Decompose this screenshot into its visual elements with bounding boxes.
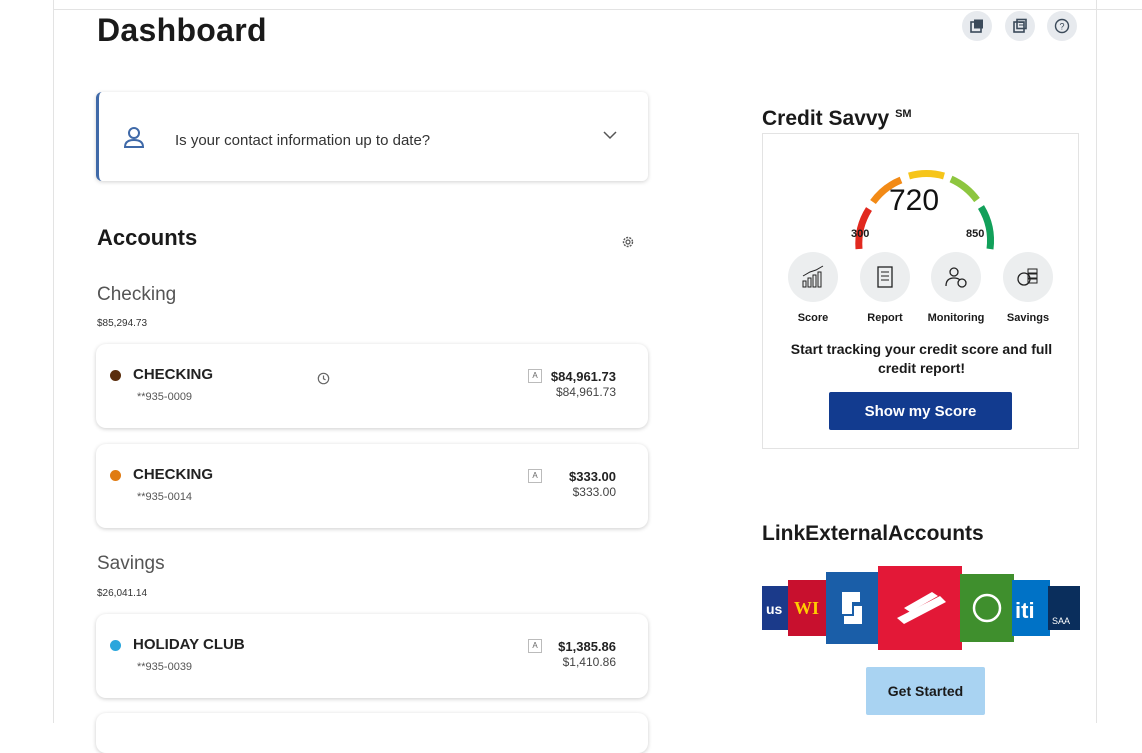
right-divider	[1096, 0, 1097, 723]
help-button[interactable]: ?	[1047, 11, 1077, 41]
feature-savings[interactable]: Savings	[993, 252, 1063, 324]
feature-monitoring[interactable]: Monitoring	[921, 252, 991, 324]
feature-score[interactable]: Score	[778, 252, 848, 324]
account-balance: $1,385.86	[558, 639, 616, 654]
gauge-min: 300	[851, 228, 870, 240]
left-divider	[53, 0, 54, 723]
account-card-partial[interactable]	[96, 713, 648, 753]
bar-chart-icon	[802, 265, 824, 288]
account-balance: $333.00	[569, 469, 616, 484]
account-number: **935-0014	[137, 491, 193, 503]
help-icon: ?	[1054, 18, 1070, 34]
feature-label: Report	[867, 312, 903, 324]
svg-text:us: us	[766, 601, 783, 617]
top-divider	[53, 9, 1142, 10]
account-name: CHECKING	[133, 366, 214, 383]
credit-savvy-panel: 720 300 850 Score Report Monitoring Savi…	[762, 133, 1079, 449]
show-score-button[interactable]: Show my Score	[829, 392, 1012, 430]
svg-text:?: ?	[1059, 22, 1064, 32]
account-color-dot	[110, 470, 121, 481]
print-icon	[1013, 18, 1027, 33]
svg-text:WI: WI	[794, 598, 819, 618]
report-icon	[877, 266, 893, 288]
person-icon	[123, 127, 145, 148]
account-badge: A	[528, 469, 542, 483]
account-card-checking-0009[interactable]: CHECKING **935-0009 A $84,961.73 $84,961…	[96, 344, 648, 428]
monitoring-icon	[945, 267, 967, 288]
account-available: $1,410.86	[562, 655, 616, 669]
account-badge: A	[528, 369, 542, 383]
savings-icon	[1017, 268, 1038, 286]
credit-score: 720	[889, 184, 940, 217]
contact-info-card[interactable]: Is your contact information up to date?	[96, 92, 648, 181]
credit-savvy-title: Credit Savvy SM	[762, 107, 912, 130]
gauge-max: 850	[966, 228, 985, 240]
gear-icon[interactable]	[621, 235, 635, 249]
contact-prompt: Is your contact information up to date?	[175, 132, 431, 149]
account-card-holiday-club[interactable]: HOLIDAY CLUB **935-0039 A $1,385.86 $1,4…	[96, 614, 648, 698]
get-started-button[interactable]: Get Started	[866, 667, 985, 715]
group-label-savings: Savings	[97, 553, 165, 574]
share-icon	[970, 19, 983, 33]
feature-label: Monitoring	[927, 312, 985, 324]
account-balance: $84,961.73	[550, 369, 616, 384]
bank-logos-strip: us WI iti SAA	[762, 566, 1080, 650]
group-total-savings: $26,041.14	[97, 588, 148, 599]
credit-message: Start tracking your credit score and ful…	[790, 341, 1053, 376]
chevron-down-icon[interactable]	[603, 130, 617, 140]
account-color-dot	[110, 370, 121, 381]
account-name: CHECKING	[133, 466, 214, 483]
account-number: **935-0039	[137, 661, 193, 673]
account-available: $333.00	[572, 485, 616, 499]
group-total-checking: $85,294.73	[97, 318, 148, 329]
group-label-checking: Checking	[97, 284, 177, 305]
account-number: **935-0009	[137, 391, 193, 403]
svg-text:iti: iti	[1015, 598, 1035, 623]
link-external-title: LinkExternalAccounts	[762, 522, 984, 545]
account-color-dot	[110, 640, 121, 651]
feature-label: Savings	[1006, 312, 1050, 324]
account-name: HOLIDAY CLUB	[133, 636, 245, 653]
accounts-title: Accounts	[97, 225, 198, 250]
bank-logo-green	[960, 574, 1014, 642]
page-title: Dashboard	[97, 12, 267, 48]
bank-logo-chase-like	[826, 572, 880, 644]
clock-icon	[317, 372, 330, 385]
account-badge: A	[528, 639, 542, 653]
svg-text:SAA: SAA	[1052, 616, 1070, 626]
account-available: $84,961.73	[555, 385, 616, 399]
service-mark: SM	[895, 108, 912, 120]
print-button[interactable]	[1005, 11, 1035, 41]
account-card-checking-0014[interactable]: CHECKING **935-0014 A $333.00 $333.00	[96, 444, 648, 528]
share-button[interactable]	[962, 11, 992, 41]
feature-label: Score	[797, 312, 829, 324]
feature-report[interactable]: Report	[850, 252, 920, 324]
